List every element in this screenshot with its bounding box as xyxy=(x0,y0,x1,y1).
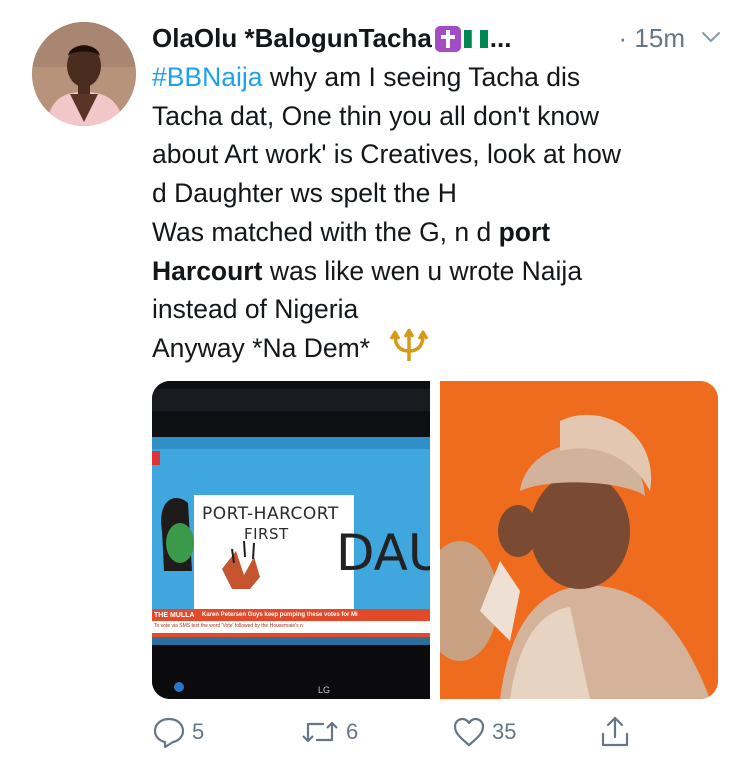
reply-button[interactable]: 5 xyxy=(152,712,204,752)
tweet-line: d Daughter ws spelt the H xyxy=(152,178,457,209)
tweet-line: Tacha dat, One thin you all don't know xyxy=(152,100,600,131)
hashtag-link[interactable]: #BBNaija xyxy=(152,62,262,92)
author-emojis xyxy=(434,22,490,58)
retweet-button[interactable]: 6 xyxy=(300,712,358,752)
banner-text-line3: DAU xyxy=(336,524,430,582)
banner-text-line2: FIRST xyxy=(244,525,289,543)
tweet-text: #BBNaija why am I seeing Tacha dis Tacha… xyxy=(152,58,732,368)
tweet-header: OlaOlu *BalogunTacha ... · 15m xyxy=(152,20,727,56)
share-icon xyxy=(601,716,629,747)
tweet-actions: 5 6 35 xyxy=(152,712,732,752)
like-icon xyxy=(453,717,485,747)
nigeria-flag-icon xyxy=(463,29,488,49)
timestamp[interactable]: · 15m xyxy=(619,20,685,56)
tweet-line: instead of Nigeria xyxy=(152,294,359,325)
reply-count: 5 xyxy=(192,719,205,744)
ticker-label: THE MULLA xyxy=(154,612,195,619)
avatar-photo xyxy=(32,22,136,126)
media-image-baby[interactable] xyxy=(440,381,718,699)
cross-emoji-icon xyxy=(434,26,461,53)
like-count: 35 xyxy=(492,719,517,744)
reply-icon xyxy=(153,717,185,749)
share-button[interactable] xyxy=(598,712,632,752)
like-button[interactable]: 35 xyxy=(452,712,516,752)
tweet-media[interactable]: PORT-HARCORT FIRST DAU THE MULLA Karen P… xyxy=(152,381,718,699)
tweet-line: about Art work' is Creatives, look at ho… xyxy=(152,139,622,170)
tv-brand-logo: LG xyxy=(318,685,331,695)
author-name[interactable]: OlaOlu *BalogunTacha xyxy=(152,23,432,53)
ticker-text: Karen Petersen Guys keep pumping these v… xyxy=(202,612,358,618)
tweet-line: Was matched with the G, n d port xyxy=(152,216,551,247)
retweet-count: 6 xyxy=(346,719,359,744)
tweet-line: Harcourt was like wen u wrote Naija xyxy=(152,255,583,286)
retweet-icon xyxy=(302,721,338,743)
tweet-line: #BBNaija why am I seeing Tacha dis xyxy=(152,62,581,92)
author-name-overflow: ... xyxy=(489,23,512,53)
tweet-line: Anyway *Na Dem* xyxy=(152,328,732,368)
avatar[interactable] xyxy=(32,22,136,126)
chevron-down-icon[interactable] xyxy=(701,30,721,44)
trident-emoji-icon xyxy=(390,328,429,361)
media-image-tv[interactable]: PORT-HARCORT FIRST DAU THE MULLA Karen P… xyxy=(152,381,430,699)
banner-text-line1: PORT-HARCORT xyxy=(202,504,339,524)
ticker-subtext: To vote via SMS text the word 'Vote' fol… xyxy=(154,623,303,629)
